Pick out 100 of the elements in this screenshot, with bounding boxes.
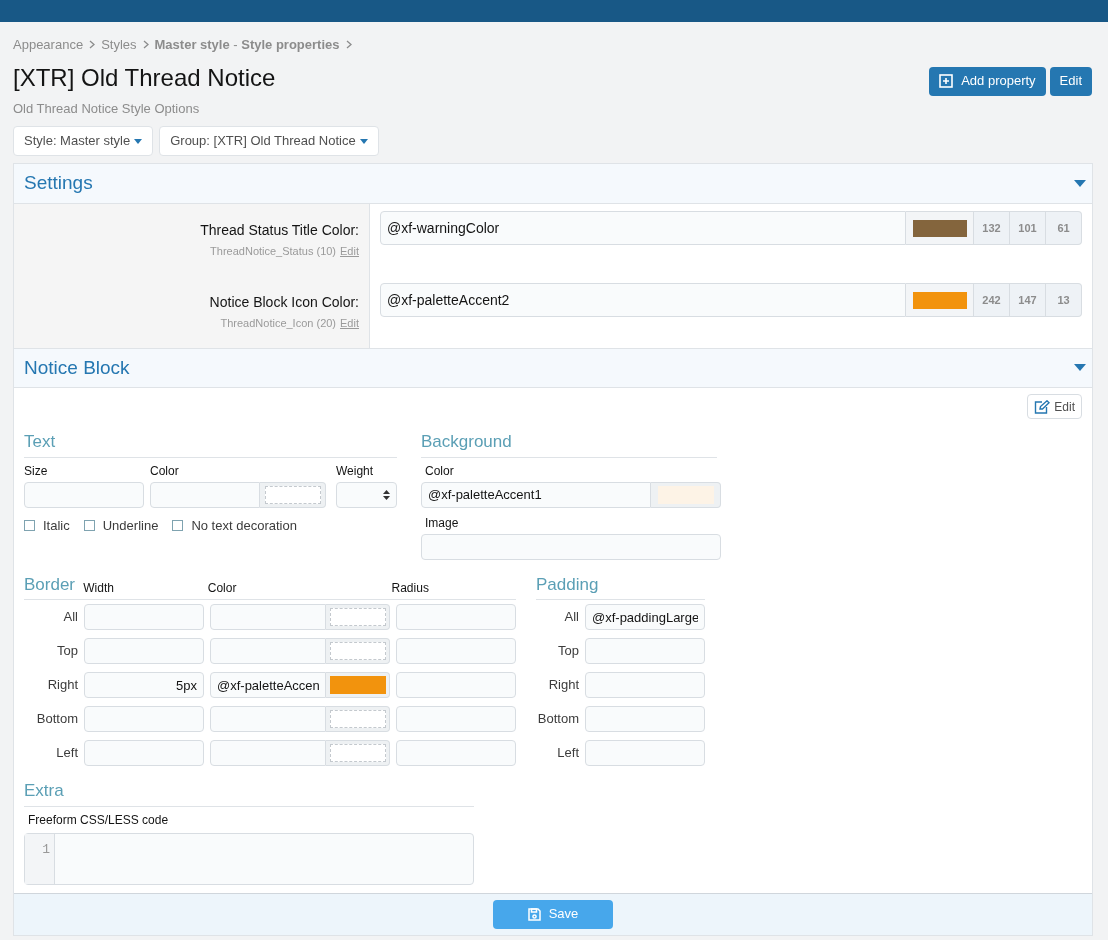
column-label: Color (207, 580, 238, 597)
color-input[interactable]: @xf-paletteAccen (210, 672, 326, 698)
section-title: Notice Block (24, 355, 130, 380)
color-picker[interactable] (326, 672, 390, 698)
field-label: Freeform CSS/LESS code (27, 811, 170, 829)
filter-dropdown[interactable]: Style: Master style (13, 126, 154, 156)
color-picker[interactable] (906, 283, 974, 317)
checkbox[interactable] (24, 519, 35, 531)
padding-input[interactable] (585, 740, 705, 766)
caret-icon (134, 138, 143, 144)
chevron-right-icon (345, 40, 352, 50)
color-picker[interactable] (326, 706, 390, 732)
color-input[interactable] (150, 481, 260, 508)
weight-select[interactable] (336, 481, 397, 508)
rgb-value: 132 (974, 211, 1010, 245)
property-label: Notice Block Icon Color: (209, 293, 359, 312)
color-picker[interactable] (906, 211, 974, 245)
group-heading: Text (24, 431, 56, 453)
row-label: Top (56, 642, 78, 661)
width-input[interactable] (84, 740, 204, 766)
color-input[interactable]: @xf-paletteAccent1 (421, 481, 651, 508)
color-swatch (329, 676, 386, 694)
radius-input[interactable] (396, 672, 516, 698)
width-input[interactable]: 5px (84, 672, 204, 698)
row-label: Top (557, 642, 579, 661)
empty-color-swatch (329, 710, 386, 728)
row-label: Right (547, 676, 579, 695)
row-label: All (62, 608, 78, 627)
color-picker[interactable] (326, 604, 390, 630)
field-label: Size (24, 462, 49, 480)
empty-color-swatch (329, 642, 386, 660)
radius-input[interactable] (396, 604, 516, 630)
color-swatch (912, 291, 967, 309)
field-label: Color (150, 462, 180, 480)
row-label: Bottom (536, 710, 579, 729)
field-label: Image (424, 514, 460, 532)
color-input[interactable] (210, 604, 326, 630)
checkbox[interactable] (172, 519, 184, 531)
field-label: Color (424, 462, 455, 480)
checkbox-label: Underline (102, 516, 159, 535)
add-property-button[interactable]: Add property (929, 66, 1046, 96)
padding-input[interactable]: @xf-paddingLarge (585, 604, 705, 630)
color-picker[interactable] (326, 638, 390, 664)
padding-input[interactable] (585, 706, 705, 732)
column-label: Radius (391, 580, 430, 597)
row-label: Left (55, 744, 78, 763)
radius-input[interactable] (396, 740, 516, 766)
empty-color-swatch (329, 744, 386, 762)
filter-dropdown[interactable]: Group: [XTR] Old Thread Notice (159, 126, 379, 156)
checkbox-label: Italic (43, 516, 70, 535)
color-picker[interactable] (651, 481, 721, 508)
row-label: All (563, 608, 579, 627)
row-label: Right (46, 676, 78, 695)
property-meta: ThreadNotice_Icon (20) (220, 316, 337, 331)
plus-square-icon (939, 74, 954, 88)
edit-button[interactable]: Edit (1049, 66, 1092, 96)
padding-input[interactable] (585, 672, 705, 698)
width-input[interactable] (84, 604, 204, 630)
page-description: Old Thread Notice Style Options (13, 99, 201, 118)
property-label: Thread Status Title Color: (200, 221, 359, 240)
chevron-right-icon (89, 40, 96, 50)
rgb-value: 13 (1046, 283, 1082, 317)
color-input[interactable] (210, 638, 326, 664)
padding-input[interactable] (585, 638, 705, 664)
empty-color-swatch (264, 485, 321, 504)
group-heading: Extra (24, 780, 64, 802)
checkbox-label: No text decoration (191, 516, 297, 535)
page-title: [XTR] Old Thread Notice (13, 62, 276, 93)
edit-button[interactable]: Edit (1027, 394, 1082, 419)
image-input[interactable] (421, 533, 721, 560)
edit-icon (1034, 399, 1051, 414)
color-input[interactable] (210, 740, 326, 766)
column-label: Width (83, 580, 115, 597)
radius-input[interactable] (396, 638, 516, 664)
rgb-value: 242 (974, 283, 1010, 317)
color-picker[interactable] (260, 481, 326, 508)
row-label: Left (556, 744, 579, 763)
collapse-caret-icon[interactable] (1074, 364, 1086, 372)
width-input[interactable] (84, 706, 204, 732)
radius-input[interactable] (396, 706, 516, 732)
color-value-input[interactable]: @xf-paletteAccent2 (380, 283, 906, 317)
width-input[interactable] (84, 638, 204, 664)
size-input[interactable] (24, 481, 144, 508)
color-swatch (912, 219, 967, 237)
group-heading: Border (24, 573, 77, 596)
up-down-caret-icon (383, 489, 390, 500)
caret-icon (359, 138, 368, 144)
section-title: Settings (24, 171, 93, 196)
color-picker[interactable] (326, 740, 390, 766)
rgb-value: 101 (1010, 211, 1046, 245)
color-input[interactable] (210, 706, 326, 732)
empty-color-swatch (329, 608, 386, 626)
property-meta: ThreadNotice_Status (10) (210, 244, 337, 259)
group-heading: Background (421, 431, 512, 453)
group-heading: Padding (536, 573, 599, 596)
checkbox[interactable] (83, 519, 95, 531)
collapse-caret-icon[interactable] (1074, 179, 1086, 188)
color-value-input[interactable]: @xf-warningColor (380, 211, 906, 245)
line-number: 1 (41, 840, 50, 859)
rgb-value: 147 (1010, 283, 1046, 317)
